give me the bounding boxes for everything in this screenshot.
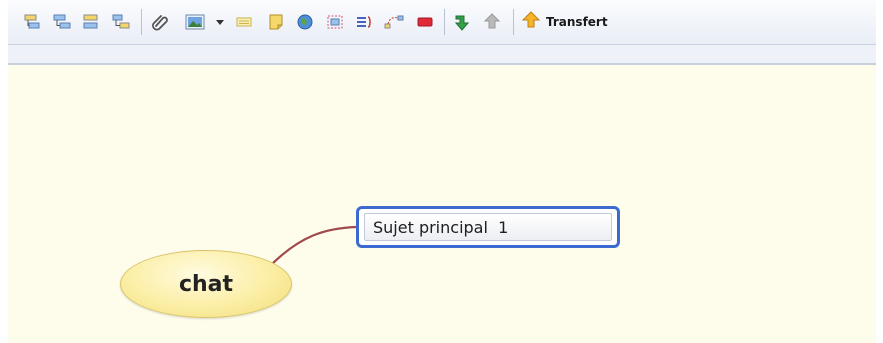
main-topic-1-label: Sujet principal 1 <box>373 217 509 237</box>
window-edge-right <box>876 0 883 343</box>
main-topic-1-box: Sujet principal 1 <box>364 213 612 241</box>
central-topic-label: chat <box>178 271 234 297</box>
main-topic-1[interactable]: Sujet principal 1 <box>356 206 620 248</box>
central-topic[interactable]: chat <box>120 250 292 318</box>
